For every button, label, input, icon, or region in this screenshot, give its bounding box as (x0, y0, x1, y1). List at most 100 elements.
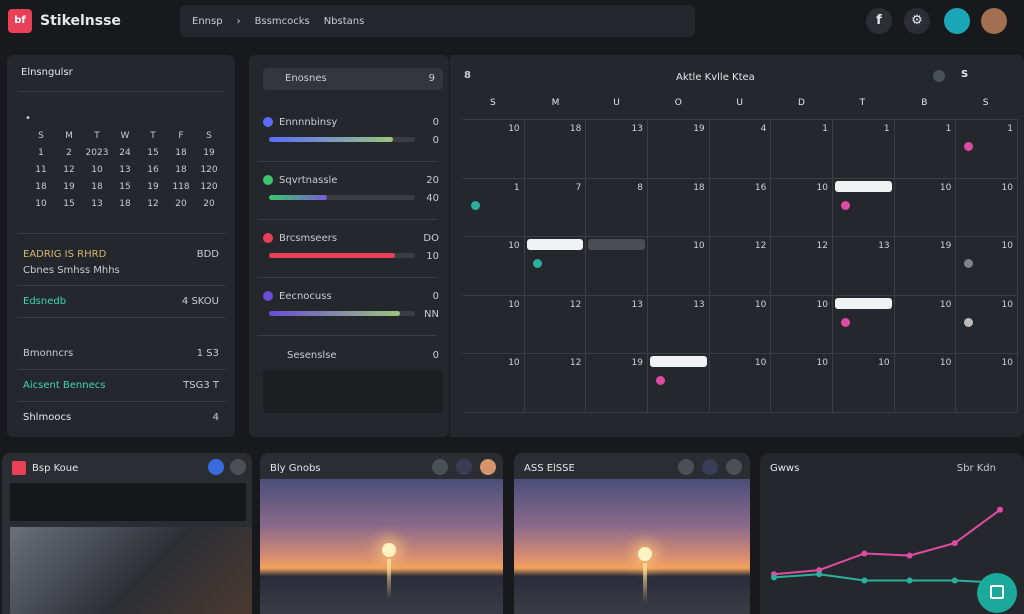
mini-day[interactable]: 12 (55, 165, 83, 175)
mini-day[interactable]: 2023 (83, 148, 111, 158)
mini-day[interactable]: 2 (55, 148, 83, 158)
calendar-day-cell[interactable]: 13 (648, 295, 710, 355)
mini-day[interactable]: 18 (83, 182, 111, 192)
search-item-2[interactable]: Bssmcocks (255, 16, 310, 27)
calendar-day-cell[interactable]: 10 (833, 295, 895, 355)
mini-day[interactable]: 120 (195, 165, 223, 175)
calendar-day-cell[interactable]: 10 (956, 178, 1018, 238)
trend-point[interactable] (906, 552, 913, 559)
avatar[interactable] (981, 8, 1007, 34)
calendar-day-cell[interactable]: 10 (463, 237, 525, 296)
calendar-day-cell[interactable]: 10 (894, 354, 957, 413)
calendar-day-cell[interactable]: 10 (463, 120, 525, 179)
facebook-icon[interactable]: f (866, 8, 892, 34)
calendar-day-cell[interactable]: 18 (524, 120, 587, 179)
calendar-day-cell[interactable]: 8 (586, 178, 648, 238)
card-sunset-2[interactable]: ASS ElSSE (514, 453, 750, 614)
calendar-day-cell[interactable]: 12 (524, 295, 587, 355)
mini-day[interactable]: 15 (139, 148, 167, 158)
mini-day[interactable]: 19 (139, 182, 167, 192)
calendar-day-cell[interactable]: 10 (771, 354, 833, 413)
mini-day[interactable]: 20 (195, 199, 223, 209)
search-item-3[interactable]: Nbstans (324, 16, 365, 27)
mini-day[interactable]: 18 (167, 148, 195, 158)
like-icon[interactable] (432, 459, 448, 475)
calendar-day-cell[interactable]: 10 (956, 295, 1018, 355)
trend-point[interactable] (861, 550, 868, 557)
like-icon[interactable] (678, 459, 694, 475)
search-bar[interactable]: Ennsp › Bssmcocks Nbstans (180, 5, 695, 37)
mini-day[interactable]: 1 (27, 148, 55, 158)
mini-day[interactable]: 16 (139, 165, 167, 175)
calendar-day-cell[interactable]: 10 (648, 354, 710, 413)
trend-point[interactable] (771, 574, 777, 581)
calendar-day-cell[interactable]: 12 (833, 178, 895, 238)
row-label-2[interactable]: Bmonncrs (23, 348, 73, 359)
calendar-day-cell[interactable]: 10 (709, 354, 772, 413)
calendar-day-cell[interactable]: 18 (648, 178, 710, 238)
calendar-day-cell[interactable]: 12 (771, 237, 833, 296)
card-sunset-1[interactable]: Bly Gnobs (260, 453, 503, 614)
calendar-event[interactable] (835, 180, 892, 192)
calendar-day-cell[interactable]: 10 (956, 354, 1018, 413)
close-icon[interactable] (230, 459, 246, 475)
calendar-day-cell[interactable]: 13 (586, 237, 648, 296)
card-news[interactable]: Bsp Koue (2, 453, 252, 614)
calendar-day-cell[interactable]: 13 (586, 120, 648, 179)
calendar-day-cell[interactable]: 10 (648, 237, 710, 296)
trend-point[interactable] (997, 506, 1003, 513)
mini-day[interactable]: 15 (55, 199, 83, 209)
calendar-day-cell[interactable]: 10 (894, 178, 957, 238)
calendar-day-cell[interactable]: 10 (833, 354, 895, 413)
calendar-day-cell[interactable]: 10 (709, 295, 772, 355)
trend-point[interactable] (951, 577, 958, 584)
calendar-day-cell[interactable]: 1 (956, 120, 1018, 179)
calendar-day-cell[interactable]: 1 (463, 178, 525, 238)
calendar-day-cell[interactable]: 16 (709, 178, 772, 238)
mini-day[interactable]: 18 (111, 199, 139, 209)
trend-point[interactable] (951, 540, 958, 547)
row-label-3[interactable]: Aicsent Bennecs (23, 380, 105, 391)
calendar-day-cell[interactable]: 10 (463, 354, 525, 413)
calendar-day-cell[interactable]: 12 (709, 237, 772, 296)
calendar-event[interactable] (835, 297, 892, 309)
mini-day[interactable]: 24 (111, 148, 139, 158)
calendar-event[interactable] (650, 356, 707, 368)
task-item[interactable]: Eecnocuss 0 NN (257, 291, 443, 336)
mini-day[interactable]: 120 (195, 182, 223, 192)
share-icon[interactable] (456, 459, 472, 475)
calendar-day-cell[interactable]: 10 (956, 237, 1018, 296)
calendar-day-cell[interactable]: 13 (586, 295, 648, 355)
mini-day[interactable]: 118 (167, 182, 195, 192)
calendar-day-cell[interactable]: 10 (894, 295, 957, 355)
mini-day[interactable]: 15 (111, 182, 139, 192)
calendar-day-cell[interactable]: 1 (894, 120, 957, 179)
mini-day[interactable]: 20 (167, 199, 195, 209)
calendar-day-cell[interactable]: 10 (524, 237, 587, 296)
share-icon[interactable] (208, 459, 224, 475)
mini-day[interactable]: 11 (27, 165, 55, 175)
task-item[interactable]: Brcsmseers DO 10 (257, 233, 443, 278)
calendar-day-cell[interactable]: 19 (894, 237, 957, 296)
calendar-nav-icon[interactable] (933, 70, 945, 82)
task-search[interactable]: Enosnes 9 (263, 68, 443, 90)
calendar-day-cell[interactable]: 19 (648, 120, 710, 179)
mini-day[interactable]: 13 (111, 165, 139, 175)
calendar-day-cell[interactable]: 10 (771, 178, 833, 238)
mini-day[interactable]: 12 (139, 199, 167, 209)
mini-day[interactable]: 10 (83, 165, 111, 175)
calendar-event[interactable] (526, 239, 584, 251)
calendar-day-cell[interactable]: 1 (833, 120, 895, 179)
task-item[interactable]: Ennnnbinsy 0 0 (257, 117, 443, 162)
search-item-1[interactable]: Ennsp (192, 16, 223, 27)
mini-day[interactable]: 19 (55, 182, 83, 192)
notification-icon[interactable] (944, 8, 970, 34)
row-label-1[interactable]: Edsnedb (23, 296, 66, 307)
chat-fab-icon[interactable] (977, 573, 1017, 613)
avatar-icon[interactable] (480, 459, 496, 475)
share-icon[interactable] (702, 459, 718, 475)
calendar-day-cell[interactable]: 10 (771, 295, 833, 355)
mini-day[interactable]: 18 (167, 165, 195, 175)
task-item[interactable]: Sqvrtnassle 20 40 (257, 175, 443, 220)
calendar-day-cell[interactable]: 4 (709, 120, 772, 179)
